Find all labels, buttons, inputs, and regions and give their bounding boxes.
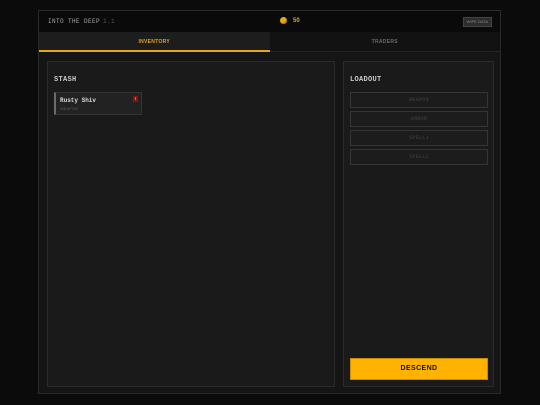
tab-bar: INVENTORY TRADERS — [39, 32, 500, 52]
game-window: INTO THE DEEP 1.1 50 WIPE DATA INVENTORY … — [38, 10, 501, 394]
coin-icon — [280, 17, 287, 24]
slot-spell1[interactable]: SPELL1 — [350, 130, 488, 146]
tab-traders[interactable]: TRADERS — [269, 32, 500, 52]
version-label: 1.1 — [103, 18, 116, 25]
loadout-title: LOADOUT — [350, 76, 382, 84]
tab-inventory[interactable]: INVENTORY — [39, 32, 270, 52]
alert-badge: ! — [133, 96, 138, 102]
slot-weapon[interactable]: WEAPON — [350, 92, 488, 108]
game-title: INTO THE DEEP — [48, 18, 101, 25]
stash-title: STASH — [54, 76, 77, 84]
stash-item[interactable]: Rusty Shiv WEAPON ! — [54, 92, 142, 115]
gold-counter: 50 — [280, 17, 300, 24]
slot-spell2[interactable]: SPELL2 — [350, 149, 488, 165]
loadout-panel: LOADOUT WEAPON ARMOR SPELL1 SPELL2 DESCE… — [343, 61, 494, 387]
app-title: INTO THE DEEP 1.1 — [48, 18, 115, 25]
top-bar: INTO THE DEEP 1.1 50 WIPE DATA — [39, 11, 500, 33]
wipe-data-button[interactable]: WIPE DATA — [462, 17, 492, 27]
item-name: Rusty Shiv — [60, 97, 97, 104]
gold-amount: 50 — [293, 17, 300, 24]
stash-panel: STASH Rusty Shiv WEAPON ! — [47, 61, 335, 387]
slot-armor[interactable]: ARMOR — [350, 111, 488, 127]
descend-button[interactable]: DESCEND — [350, 358, 488, 380]
item-type: WEAPON — [60, 106, 78, 111]
